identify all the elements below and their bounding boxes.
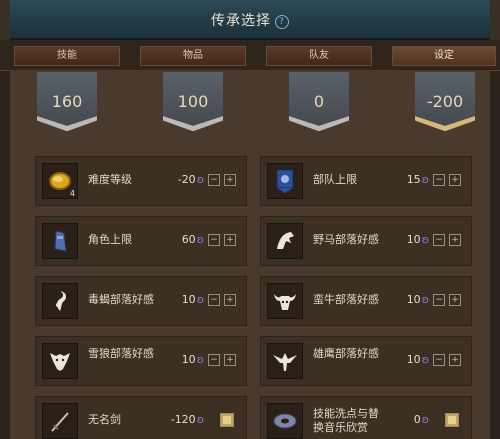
item-cost: 10ʚ [407,233,429,246]
swirl-currency-icon: ʚ [421,233,429,246]
decrease-button[interactable]: − [433,354,445,366]
swirl-currency-icon: ʚ [421,413,429,426]
tab-settings[interactable]: 设定 [392,46,496,66]
swirl-currency-icon: ʚ [421,293,429,306]
tab-items[interactable]: 物品 [140,46,246,66]
points-value: 160 [51,92,83,111]
swirl-currency-icon: ʚ [196,413,204,426]
points-teammates-banner: 0 [289,72,349,138]
item-card-nameless-sword: 无名剑 -120ʚ [35,396,247,439]
swirl-currency-icon: ʚ [421,353,429,366]
points-value: 100 [177,92,209,111]
decrease-button[interactable]: − [433,294,445,306]
level-badge: 4 [69,189,75,198]
decrease-button[interactable]: − [208,234,220,246]
blue-figure-icon [42,223,78,259]
points-value: 0 [313,92,325,111]
item-name: 雪狼部落好感 [88,347,154,360]
eagle-emblem-icon [267,343,303,379]
cost-value: 60 [181,233,196,246]
horse-emblem-icon [267,223,303,259]
cost-value: -120 [170,413,196,426]
item-name: 无名剑 [88,413,121,426]
select-toggle[interactable] [220,413,234,427]
music-disc-icon [267,403,303,439]
cost-value: 15 [406,173,421,186]
points-value: -200 [426,92,464,111]
points-settings-banner: -200 [415,72,475,138]
increase-button[interactable]: + [224,294,236,306]
item-name: 部队上限 [313,173,357,186]
item-name: 角色上限 [88,233,132,246]
cost-value: 10 [406,353,421,366]
item-card-mustang-tribe: 野马部落好感 10ʚ − + [260,216,472,266]
cost-value: -20 [177,173,196,186]
bull-emblem-icon [267,283,303,319]
cost-value: 0 [413,413,421,426]
banner-flag-icon [267,163,303,199]
decrease-button[interactable]: − [208,354,220,366]
title-corner-right [490,0,500,40]
increase-button[interactable]: + [449,294,461,306]
item-cost: -20ʚ [178,173,204,186]
cost-value: 10 [181,353,196,366]
item-name: 蛮牛部落好感 [313,293,379,306]
wolf-emblem-icon [42,343,78,379]
increase-button[interactable]: + [224,174,236,186]
item-card-bull-tribe: 蛮牛部落好感 10ʚ − + [260,276,472,326]
item-cost: -120ʚ [171,413,204,426]
item-name: 难度等级 [88,173,132,186]
cost-value: 10 [406,293,421,306]
cost-value: 10 [406,233,421,246]
title-bar: 传承选择? [0,0,500,40]
tab-teammates[interactable]: 队友 [266,46,372,66]
item-name: 雄鹰部落好感 [313,347,379,360]
item-card-troop-limit: 部队上限 15ʚ − + [260,156,472,206]
item-cost: 10ʚ [182,293,204,306]
item-card-scorpion-tribe: 毒蝎部落好感 10ʚ − + [35,276,247,326]
scorpion-emblem-icon [42,283,78,319]
window-title: 传承选择? [0,10,500,30]
question-circle-icon[interactable]: ? [275,15,289,29]
swirl-currency-icon: ʚ [196,293,204,306]
swirl-currency-icon: ʚ [196,173,204,186]
cost-value: 10 [181,293,196,306]
select-toggle[interactable] [445,413,459,427]
item-name: 野马部落好感 [313,233,379,246]
sword-icon [42,403,78,439]
swirl-currency-icon: ʚ [196,353,204,366]
points-items-banner: 100 [163,72,223,138]
decrease-button[interactable]: − [433,234,445,246]
increase-button[interactable]: + [449,354,461,366]
window-title-text: 传承选择 [211,13,271,29]
item-card-skill-reset-music: 技能洗点与替换音乐欣赏 0ʚ [260,396,472,439]
item-cost: 10ʚ [182,353,204,366]
item-card-snow-wolf-tribe: 雪狼部落好感 10ʚ − + [35,336,247,386]
decrease-button[interactable]: − [208,294,220,306]
item-name: 技能洗点与替换音乐欣赏 [313,407,379,434]
item-cost: 10ʚ [407,293,429,306]
increase-button[interactable]: + [449,234,461,246]
gold-coin-icon: 4 [42,163,78,199]
increase-button[interactable]: + [224,354,236,366]
item-cost: 15ʚ [407,173,429,186]
item-card-difficulty: 4 难度等级 -20ʚ − + [35,156,247,206]
decrease-button[interactable]: − [208,174,220,186]
item-cost: 60ʚ [182,233,204,246]
item-card-eagle-tribe: 雄鹰部落好感 10ʚ − + [260,336,472,386]
decrease-button[interactable]: − [433,174,445,186]
swirl-currency-icon: ʚ [421,173,429,186]
increase-button[interactable]: + [449,174,461,186]
tab-bar: 技能 物品 队友 设定 [0,40,500,71]
increase-button[interactable]: + [224,234,236,246]
tab-skills[interactable]: 技能 [14,46,120,66]
item-card-character-limit: 角色上限 60ʚ − + [35,216,247,266]
points-skills-banner: 160 [37,72,97,138]
item-cost: 0ʚ [414,413,429,426]
swirl-currency-icon: ʚ [196,233,204,246]
item-cost: 10ʚ [407,353,429,366]
item-name: 毒蝎部落好感 [88,293,154,306]
